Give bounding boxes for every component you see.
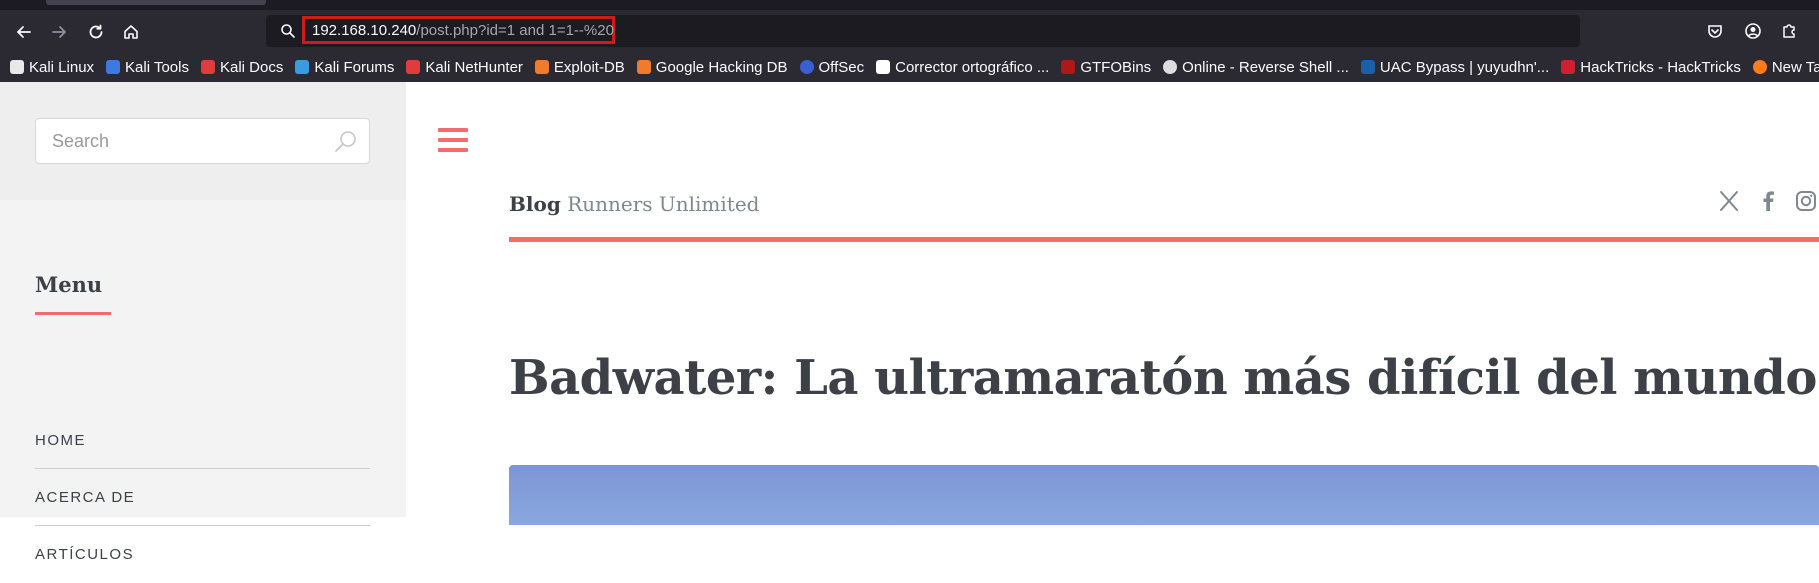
bookmark-reverse-shell[interactable]: Online - Reverse Shell ... [1163,59,1349,76]
forward-button[interactable] [45,18,73,46]
hamburger-menu-icon[interactable] [438,128,468,152]
bookmark-corrector[interactable]: Corrector ortográfico ... [876,59,1049,76]
bookmark-offsec[interactable]: OffSec [799,58,865,76]
bookmark-kali-linux[interactable]: Kali Linux [10,59,94,76]
bookmark-label: GTFOBins [1080,58,1152,76]
bookmark-label: Online - Reverse Shell ... [1182,58,1349,76]
sidebar: Menu HOME ACERCA DE ARTÍCULOS [0,82,406,563]
account-button[interactable] [1740,18,1766,44]
bookmark-label: Corrector ortográfico ... [895,58,1050,76]
arrow-right-icon [52,26,66,38]
bookmark-label: Exploit-DB [553,58,625,76]
url-text[interactable]: 192.168.10.240/post.php?id=1 and 1=1--%2… [312,22,614,39]
menu-item-articulos[interactable]: ARTÍCULOS [35,526,370,583]
blog-logo[interactable]: Blog Runners Unlimited [509,192,759,216]
bookmark-uac-bypass[interactable]: UAC Bypass | yuyudhn'... [1360,58,1550,76]
search-icon[interactable] [333,129,359,155]
bookmark-label: UAC Bypass | yuyudhn'... [1379,58,1550,76]
account-icon [1745,23,1761,39]
uac-icon [1360,60,1375,74]
pocket-button[interactable] [1702,18,1728,44]
bookmark-new-tab[interactable]: New Tab [1752,58,1819,76]
back-button[interactable] [10,18,38,46]
post-title: Badwater: La ultramaratón más difícil de… [509,350,1817,406]
tab-strip [0,0,1819,10]
browser-toolbar: 192.168.10.240/post.php?id=1 and 1=1--%2… [0,10,1819,52]
facebook-icon[interactable] [1755,188,1781,214]
home-button[interactable] [117,18,145,46]
arrow-left-icon [17,26,31,38]
search-box[interactable] [35,118,370,164]
bookmark-label: Kali Tools [125,58,189,76]
x-twitter-icon[interactable] [1716,188,1742,214]
menu-item-home[interactable]: HOME [35,412,370,469]
url-bar[interactable]: 192.168.10.240/post.php?id=1 and 1=1--%2… [266,15,1580,47]
instagram-icon[interactable] [1793,188,1819,214]
firefox-icon [1752,60,1767,74]
bookmark-label: Kali Docs [219,58,284,76]
bookmark-label: HackTricks - HackTricks [1580,58,1741,76]
menu-item-label: HOME [35,432,86,449]
bookmark-label: Google Hacking DB [655,58,788,76]
blog-label: Blog [509,192,561,216]
bookmark-label: OffSec [818,58,865,76]
url-host: 192.168.10.240 [312,22,417,39]
bookmark-google-hacking-db[interactable]: Google Hacking DB [636,58,788,76]
bookmarks-bar: Kali Linux Kali Tools Kali Docs Kali For… [0,52,1819,82]
hacktricks-icon [1561,60,1576,74]
bookmark-label: New Tab [1771,58,1819,76]
kali-docs-icon [200,60,215,74]
menu-title: Menu [35,272,103,297]
search-icon [281,24,295,38]
bookmark-label: Kali NetHunter [425,58,523,76]
kali-forums-icon [295,60,310,74]
search-input[interactable] [36,119,316,163]
skull-icon [1163,60,1178,74]
reload-button[interactable] [82,18,110,46]
kali-dragon-icon [10,60,24,74]
home-icon [124,25,138,39]
exploitdb-icon [534,60,549,74]
bookmark-hacktricks[interactable]: HackTricks - HackTricks [1561,59,1741,76]
menu-title-underline [35,312,111,315]
pocket-icon [1708,25,1722,38]
bookmark-label: Kali Forums [314,58,395,76]
menu-item-acerca-de[interactable]: ACERCA DE [35,469,370,526]
gtfobins-icon [1061,60,1076,74]
corrector-icon [876,60,891,74]
blog-subtitle: Runners Unlimited [567,192,760,216]
bookmark-kali-forums[interactable]: Kali Forums [295,59,394,76]
post-hero-image [509,465,1819,525]
kali-tools-icon [106,60,121,74]
menu-item-label: ARTÍCULOS [35,546,135,563]
bookmark-label: Kali Linux [29,58,95,76]
nethunter-icon [406,60,421,74]
header-divider [509,237,1819,242]
extensions-button[interactable] [1776,18,1802,44]
bookmark-gtfobins[interactable]: GTFOBins [1061,59,1151,76]
bookmark-kali-tools[interactable]: Kali Tools [106,59,189,76]
menu-item-label: ACERCA DE [35,489,136,506]
bookmark-kali-docs[interactable]: Kali Docs [200,58,284,76]
sidebar-search-area [0,82,406,200]
bookmark-kali-nethunter[interactable]: Kali NetHunter [406,59,523,76]
puzzle-icon [1783,24,1795,38]
reload-icon [89,24,103,39]
ghdb-icon [636,60,651,74]
url-path: /post.php?id=1 and 1=1--%20 [416,22,614,39]
active-tab-indicator[interactable] [46,0,266,5]
bookmark-exploit-db[interactable]: Exploit-DB [534,58,625,76]
offsec-icon [799,60,814,74]
main-content: Blog Runners Unlimited Badwater: La ultr… [406,82,1819,525]
